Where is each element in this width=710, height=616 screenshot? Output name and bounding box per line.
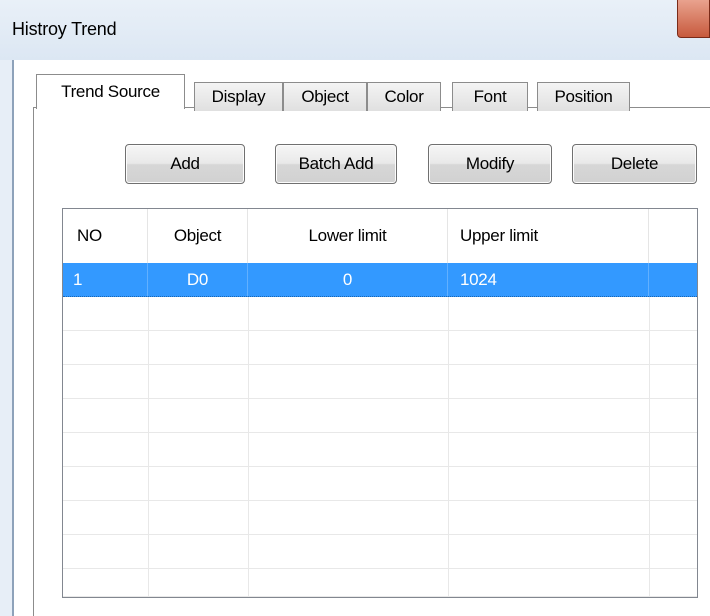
cell-lower-limit: 0 <box>248 263 448 296</box>
add-button[interactable]: Add <box>125 144 245 184</box>
window-left-border <box>0 60 14 616</box>
column-divider <box>148 297 149 597</box>
column-header-upper-limit[interactable]: Upper limit <box>448 209 649 263</box>
title-bar: Histroy Trend <box>0 0 710 60</box>
table-row-empty[interactable] <box>63 501 697 535</box>
tab-font[interactable]: Font <box>452 82 528 111</box>
tab-object[interactable]: Object <box>283 82 367 111</box>
table-row-empty[interactable] <box>63 331 697 365</box>
tab-color[interactable]: Color <box>367 82 441 111</box>
table-header: NO Object Lower limit Upper limit <box>63 209 697 264</box>
table-row-empty[interactable] <box>63 365 697 399</box>
column-divider <box>448 297 449 597</box>
delete-button[interactable]: Delete <box>572 144 697 184</box>
column-header-no[interactable]: NO <box>63 209 148 263</box>
batch-add-button[interactable]: Batch Add <box>275 144 397 184</box>
trend-source-table[interactable]: NO Object Lower limit Upper limit 1 D0 0… <box>62 208 698 598</box>
table-row-empty[interactable] <box>63 399 697 433</box>
cell-no: 1 <box>63 263 148 296</box>
column-header-lower-limit[interactable]: Lower limit <box>248 209 448 263</box>
window-title: Histroy Trend <box>12 19 117 39</box>
tab-display[interactable]: Display <box>194 82 283 111</box>
table-row-empty[interactable] <box>63 535 697 569</box>
table-row-empty[interactable] <box>63 467 697 501</box>
column-divider <box>248 297 249 597</box>
column-header-object[interactable]: Object <box>148 209 248 263</box>
cell-upper-limit: 1024 <box>448 263 649 296</box>
modify-button[interactable]: Modify <box>428 144 552 184</box>
cell-object: D0 <box>148 263 248 296</box>
close-button[interactable] <box>677 0 710 38</box>
table-row-empty[interactable] <box>63 297 697 331</box>
table-row-empty[interactable] <box>63 569 697 597</box>
tab-trend-source[interactable]: Trend Source <box>36 74 185 109</box>
table-row-empty[interactable] <box>63 433 697 467</box>
tab-position[interactable]: Position <box>537 82 630 111</box>
table-row[interactable]: 1 D0 0 1024 <box>63 263 697 297</box>
column-divider <box>649 297 650 597</box>
